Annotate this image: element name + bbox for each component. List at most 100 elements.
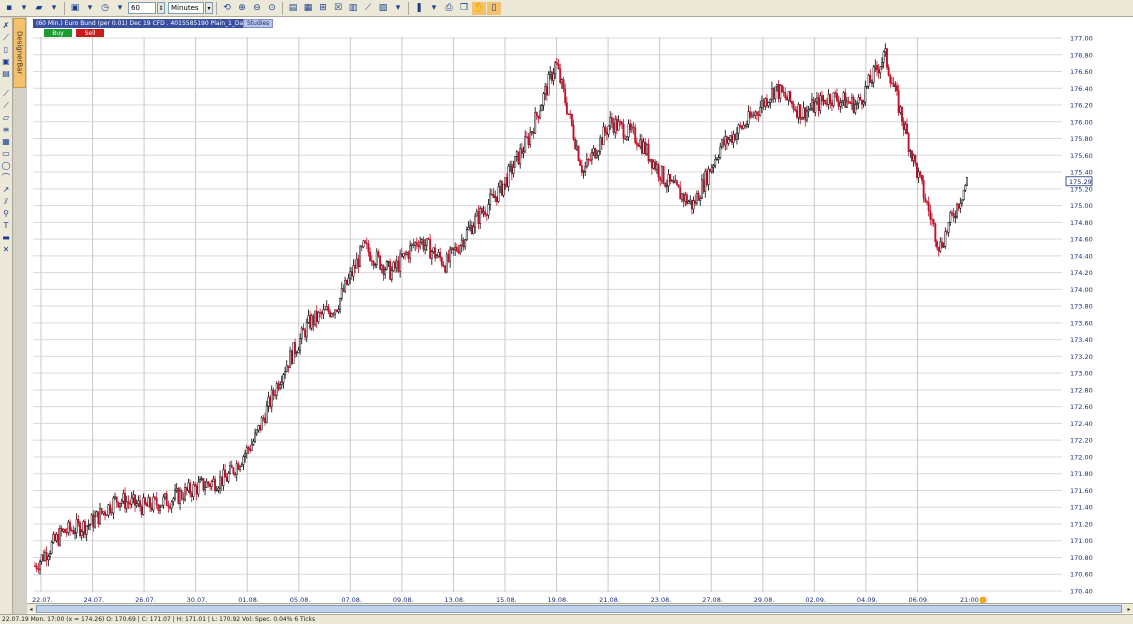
candle xyxy=(899,104,902,115)
y-tick-label: 174.00 xyxy=(1070,286,1093,294)
candle xyxy=(362,240,365,249)
dropdown-arrow-icon[interactable]: ▾ xyxy=(47,2,61,15)
chart-grid xyxy=(33,37,1062,592)
fibonacci-icon[interactable]: ≡ xyxy=(1,124,12,135)
arrow-icon[interactable]: ↗ xyxy=(1,184,12,195)
candle xyxy=(442,260,445,268)
buy-button[interactable]: Buy xyxy=(44,29,72,37)
studies-button[interactable]: Studies xyxy=(243,19,274,28)
refresh-icon[interactable]: ⟲ xyxy=(220,2,234,15)
line-tool-icon[interactable]: ⟋ xyxy=(1,88,12,99)
candle xyxy=(227,470,230,484)
candle xyxy=(385,260,388,271)
arc-icon[interactable]: ⌒ xyxy=(1,172,12,183)
chart-window-icon[interactable]: ▣ xyxy=(68,2,82,15)
candle xyxy=(871,79,873,88)
bar-chart-icon[interactable]: ▤ xyxy=(286,2,300,15)
candle xyxy=(759,100,762,117)
dropdown-arrow-icon[interactable]: ▾ xyxy=(391,2,405,15)
chart-title-bar[interactable]: (60 Min.) Euro Bund (per 0.01) Dec 19 CF… xyxy=(33,19,250,28)
ray-tool-icon[interactable]: ⟋ xyxy=(1,100,12,111)
grid-icon[interactable]: ▦ xyxy=(301,2,315,15)
text-tool-icon[interactable]: T xyxy=(1,220,12,231)
candle xyxy=(304,328,307,341)
horizontal-scrollbar[interactable]: ◂ ▸ xyxy=(27,603,1133,613)
candle xyxy=(822,94,825,106)
candle xyxy=(765,94,768,109)
candle xyxy=(159,504,161,515)
designer-bar-tab[interactable]: DesignerBar xyxy=(13,18,26,88)
magnifier-icon[interactable]: ⚲ xyxy=(1,208,12,219)
label-tool-icon[interactable]: ▬ xyxy=(1,232,12,243)
chevron-down-icon[interactable]: ▾ xyxy=(205,2,213,14)
y-tick-label: 170.80 xyxy=(1070,554,1093,562)
layout-icon[interactable]: ▥ xyxy=(346,2,360,15)
scroll-left-icon[interactable]: ◂ xyxy=(27,605,35,613)
candle xyxy=(212,475,215,482)
document-icon[interactable]: ▯ xyxy=(1,44,12,55)
candle xyxy=(966,176,968,187)
candle xyxy=(825,97,828,107)
x-tick-label: 27.08. xyxy=(702,596,723,603)
hand-icon[interactable]: ✋ xyxy=(472,1,486,15)
zoom-in-icon[interactable]: ⊕ xyxy=(235,2,249,15)
tools-icon[interactable]: ✗ xyxy=(1,20,12,31)
pitchfork-icon[interactable]: ⫽ xyxy=(1,196,12,207)
candle xyxy=(615,115,618,135)
properties-icon[interactable]: ▧ xyxy=(376,2,390,15)
save-icon[interactable]: ▪ xyxy=(2,2,16,15)
period-unit-select[interactable]: Minutes xyxy=(168,2,204,14)
candle xyxy=(177,487,180,505)
candle xyxy=(215,485,218,492)
crosshair-icon[interactable]: ⊞ xyxy=(316,2,330,15)
sell-button[interactable]: Sell xyxy=(76,29,104,37)
crosshair-icon[interactable]: ▣ xyxy=(1,56,12,67)
scrollbar-thumb[interactable] xyxy=(36,605,1122,613)
candle xyxy=(314,310,317,327)
candle xyxy=(337,305,340,314)
pause-icon[interactable]: ❚ xyxy=(412,2,426,15)
rectangle-icon[interactable]: ▭ xyxy=(1,148,12,159)
scroll-right-icon[interactable]: ▸ xyxy=(1125,605,1133,613)
candle xyxy=(894,81,897,92)
candlestick-chart[interactable]: 22.07. 24.07. 26.07. 30.07. 01.08. 05.08. 07.0… xyxy=(27,17,1133,605)
candle xyxy=(730,131,733,146)
candle xyxy=(157,503,160,514)
dropdown-arrow-icon[interactable]: ▾ xyxy=(83,2,97,15)
zoom-fit-icon[interactable]: ⊙ xyxy=(265,2,279,15)
candle xyxy=(75,513,78,539)
channel-tool-icon[interactable]: ▱ xyxy=(1,112,12,123)
grid-tool-icon[interactable]: ▦ xyxy=(1,136,12,147)
candle xyxy=(734,133,737,141)
note-icon[interactable]: ▯ xyxy=(487,1,501,15)
candle xyxy=(914,154,917,167)
candle xyxy=(320,310,323,320)
candle xyxy=(804,107,807,127)
candle xyxy=(602,122,605,145)
dropdown-arrow-icon[interactable]: ▾ xyxy=(113,2,127,15)
candle xyxy=(549,66,552,80)
clock-icon[interactable]: ◷ xyxy=(98,2,112,15)
trend-line-icon[interactable]: ⟋ xyxy=(1,32,12,43)
copy-icon[interactable]: ❐ xyxy=(457,2,471,15)
period-value-input[interactable]: 60 xyxy=(128,2,156,14)
line-chart-icon[interactable]: ⟋ xyxy=(361,2,375,15)
candle xyxy=(112,495,115,520)
candle xyxy=(54,532,56,542)
delete-icon[interactable]: ✕ xyxy=(1,244,12,255)
close-chart-icon[interactable]: ☒ xyxy=(331,2,345,15)
candle xyxy=(957,203,960,212)
open-folder-icon[interactable]: ▰ xyxy=(32,2,46,15)
dropdown-arrow-icon[interactable]: ▾ xyxy=(427,2,441,15)
period-spinner[interactable]: ⇕ xyxy=(157,2,165,14)
chart-panel[interactable]: 22.07. 24.07. 26.07. 30.07. 01.08. 05.08. 07.0… xyxy=(27,17,1133,615)
candle xyxy=(49,550,51,561)
candle xyxy=(874,59,877,72)
candle xyxy=(767,101,770,109)
ellipse-icon[interactable]: ◯ xyxy=(1,160,12,171)
dropdown-arrow-icon[interactable]: ▾ xyxy=(17,2,31,15)
candle xyxy=(384,266,387,279)
print-icon[interactable]: ⎙ xyxy=(442,2,456,15)
zoom-out-icon[interactable]: ⊖ xyxy=(250,2,264,15)
bar-chart-icon[interactable]: ▤ xyxy=(1,68,12,79)
